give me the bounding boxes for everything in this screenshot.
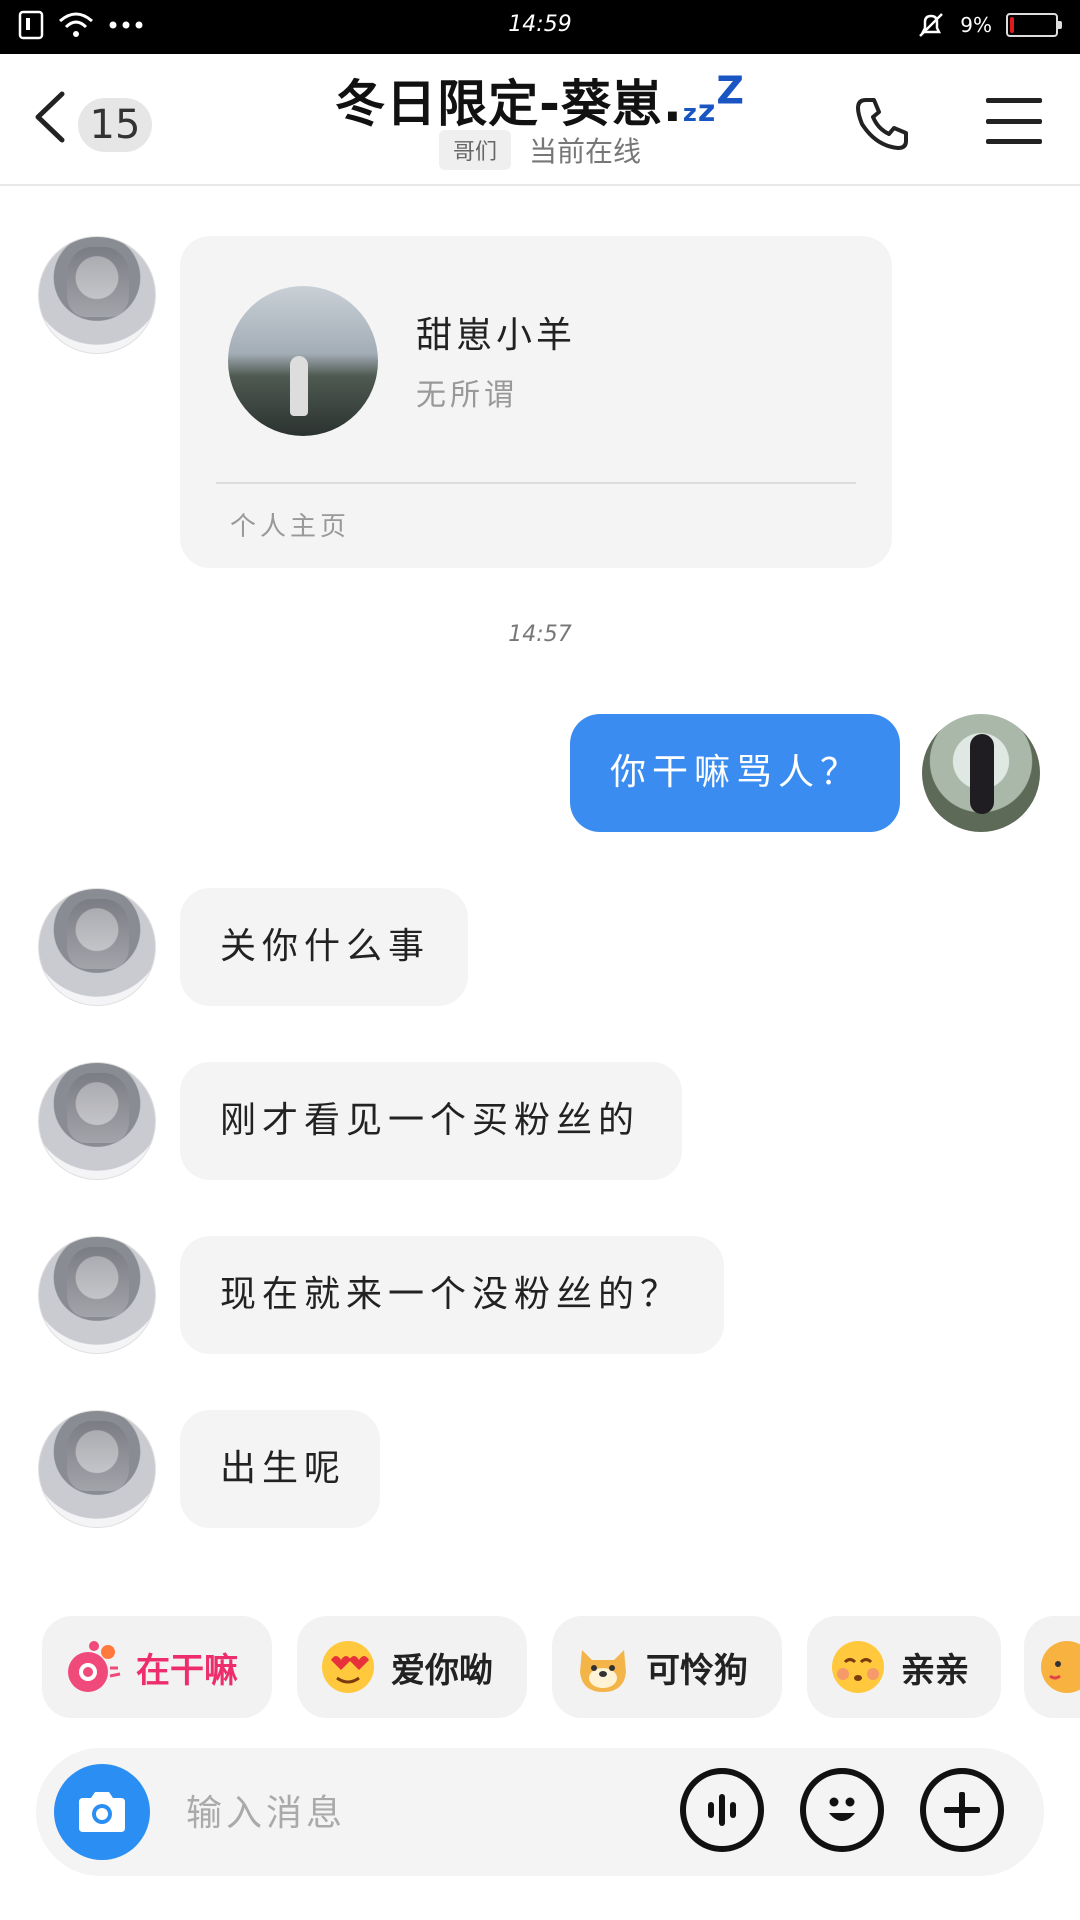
camera-bubbles-icon	[64, 1638, 122, 1696]
quick-reply-qinqin[interactable]: 亲亲	[807, 1616, 1001, 1718]
battery-icon	[1006, 13, 1062, 37]
plus-icon	[944, 1792, 980, 1828]
chat-title: 冬日限定-葵崽.zzZ	[0, 64, 1080, 136]
zzz-small: z	[682, 99, 698, 127]
voice-wave-icon	[708, 1794, 736, 1826]
friend-avatar[interactable]	[38, 888, 156, 1006]
card-name: 甜崽小羊	[416, 315, 577, 356]
received-message-bubble[interactable]: 刚才看见一个买粉丝的	[180, 1062, 682, 1180]
kiss-emoji-icon	[829, 1638, 887, 1696]
received-message-bubble[interactable]: 现在就来一个没粉丝的？	[180, 1236, 724, 1354]
friend-avatar[interactable]	[38, 1236, 156, 1354]
menu-line	[986, 118, 1042, 124]
menu-line	[986, 139, 1042, 144]
voice-button[interactable]	[680, 1768, 764, 1852]
camera-button[interactable]	[54, 1764, 150, 1860]
my-avatar[interactable]	[922, 714, 1040, 832]
sleeping-zzz: zzZ	[682, 68, 745, 133]
quick-reply-label: 亲亲	[901, 1650, 969, 1691]
card-divider	[216, 482, 856, 484]
doge-emoji-icon	[574, 1638, 632, 1696]
quick-reply-partial[interactable]	[1024, 1616, 1080, 1718]
online-status: 当前在线	[529, 135, 642, 168]
emoji-icon	[1038, 1638, 1080, 1696]
sent-message-bubble[interactable]: 你干嘛骂人？	[570, 714, 900, 832]
zzz-medium: z	[697, 94, 717, 129]
battery-percent: 9%	[960, 13, 992, 37]
friend-avatar[interactable]	[38, 1410, 156, 1528]
contact-card-message[interactable]: 甜崽小羊 无所谓 个人主页	[180, 236, 892, 568]
contact-name: 冬日限定-葵崽.	[335, 75, 683, 133]
zzz-large: Z	[716, 68, 745, 113]
camera-icon	[79, 1792, 125, 1832]
menu-line	[986, 98, 1042, 103]
quick-reply-label: 在干嘛	[136, 1650, 238, 1691]
status-bar: 14:59 9%	[0, 0, 1080, 54]
status-right-icons: 9%	[916, 10, 1062, 40]
relation-tag: 哥们	[438, 130, 511, 170]
quick-reply-label: 可怜狗	[646, 1650, 748, 1691]
smiley-icon	[829, 1797, 855, 1821]
friend-avatar[interactable]	[38, 236, 156, 354]
message-input[interactable]	[184, 1782, 568, 1844]
menu-button[interactable]	[986, 98, 1042, 144]
received-message-bubble[interactable]: 出生呢	[180, 1410, 380, 1528]
message-timestamp: 14:57	[508, 622, 572, 647]
quick-reply-label: 爱你呦	[391, 1650, 493, 1691]
chat-header: 15 冬日限定-葵崽.zzZ 哥们 当前在线	[0, 54, 1080, 186]
call-button[interactable]	[852, 94, 912, 154]
emoji-button[interactable]	[800, 1768, 884, 1852]
card-avatar	[228, 286, 378, 436]
mute-bell-icon	[919, 13, 944, 37]
add-more-button[interactable]	[920, 1768, 1004, 1852]
phone-icon	[856, 98, 908, 150]
friend-avatar[interactable]	[38, 1062, 156, 1180]
card-profile-link[interactable]: 个人主页	[230, 506, 350, 543]
quick-reply-zaiganma[interactable]: 在干嘛	[42, 1616, 272, 1718]
received-message-bubble[interactable]: 关你什么事	[180, 888, 468, 1006]
battery-level	[1010, 17, 1014, 33]
card-signature: 无所谓	[416, 378, 518, 413]
quick-reply-kelian[interactable]: 可怜狗	[552, 1616, 782, 1718]
quick-reply-aini[interactable]: 爱你呦	[297, 1616, 527, 1718]
contact-subline: 哥们 当前在线	[0, 130, 1080, 170]
heart-eyes-emoji-icon	[319, 1638, 377, 1696]
message-composer	[36, 1748, 1044, 1876]
